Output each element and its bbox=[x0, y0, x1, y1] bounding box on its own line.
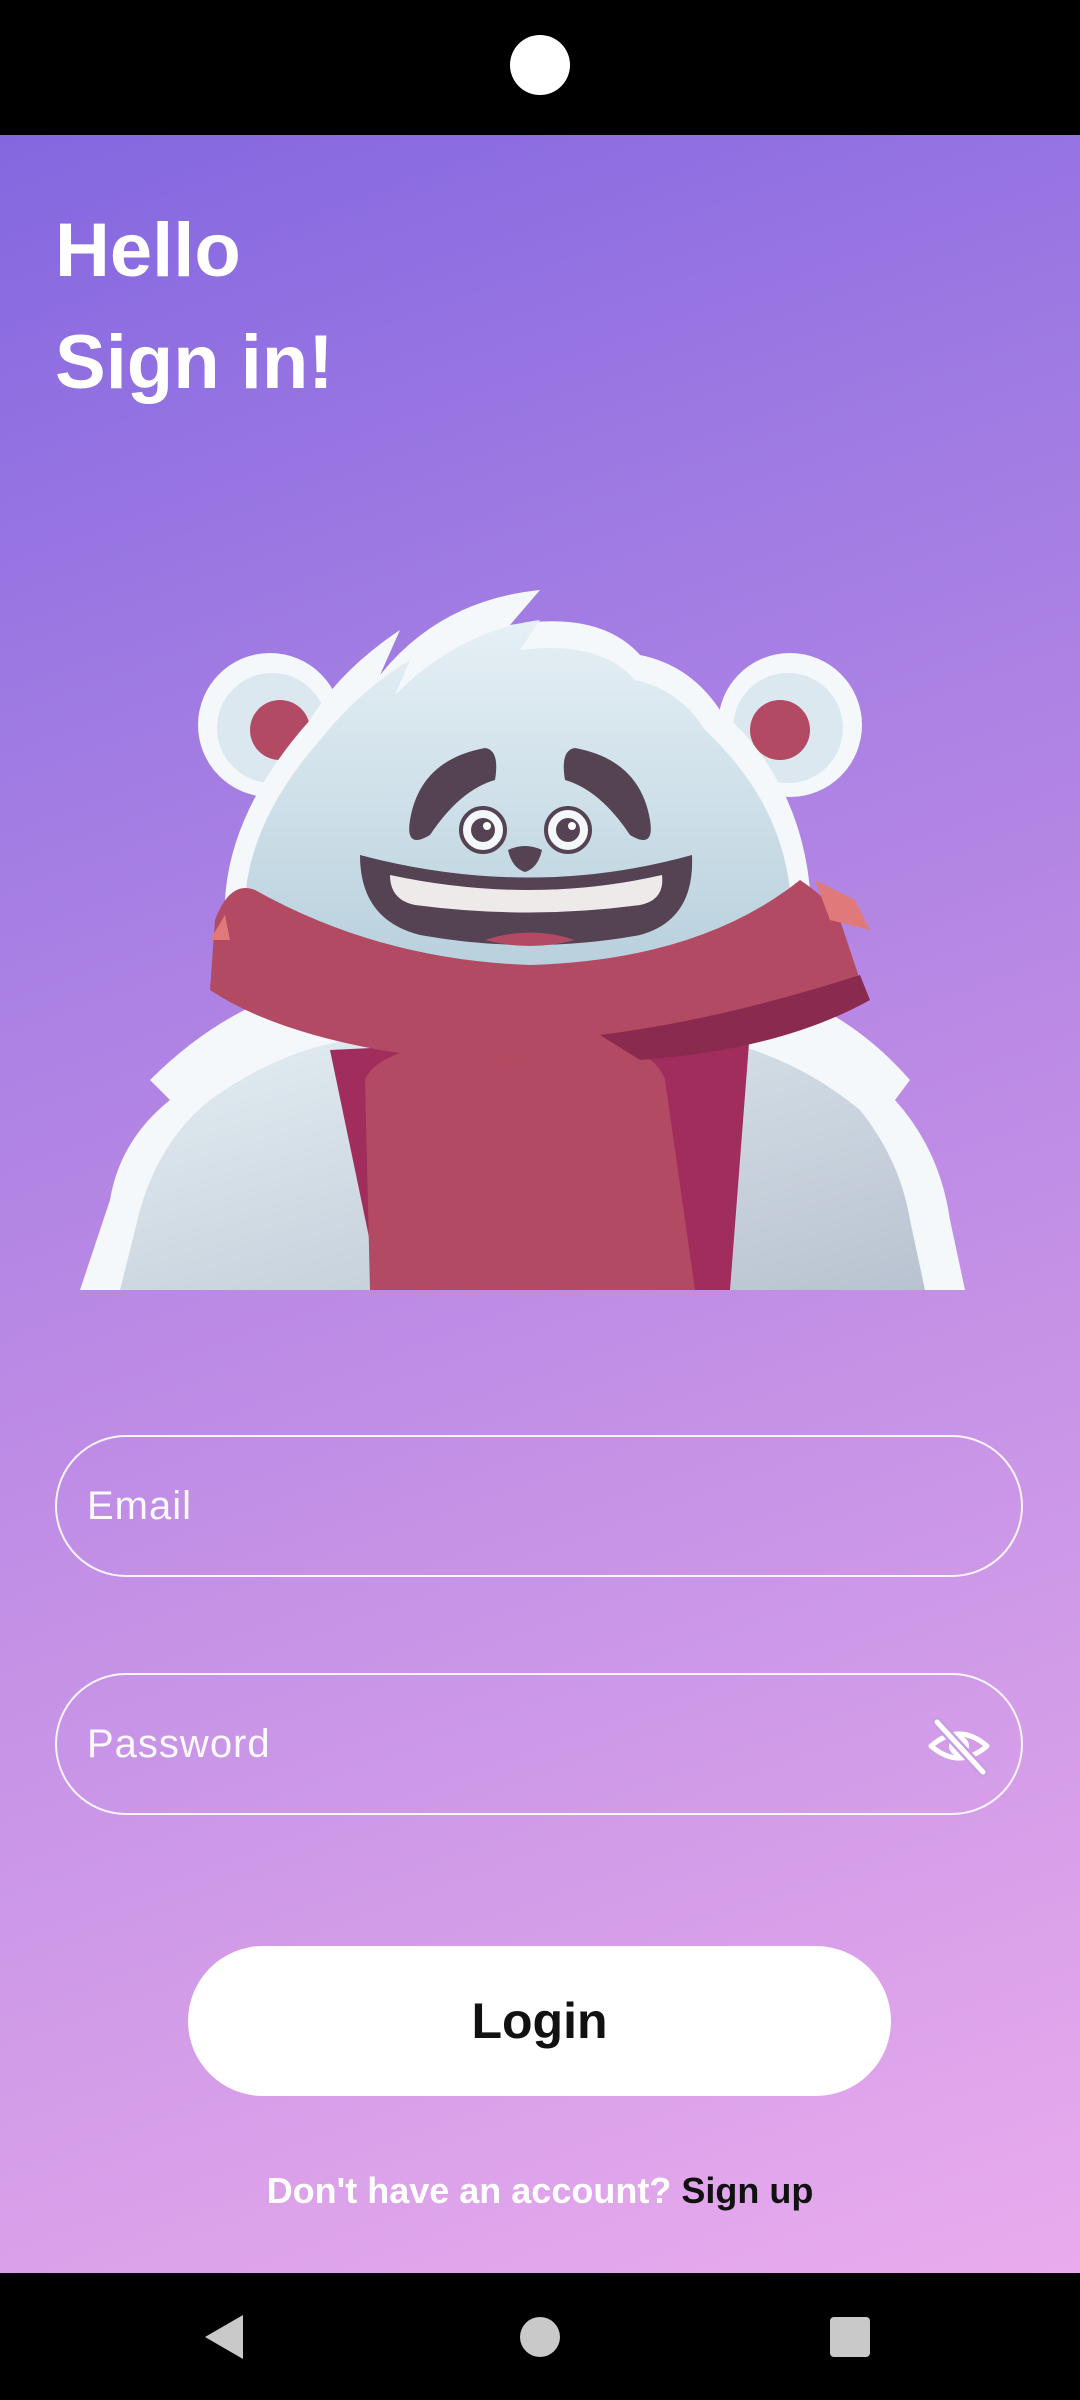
front-camera-cutout bbox=[510, 35, 570, 95]
status-bar bbox=[0, 0, 1080, 135]
password-field[interactable] bbox=[55, 1673, 1023, 1815]
email-field[interactable] bbox=[55, 1435, 1023, 1577]
signup-prompt: Don't have an account? Sign up bbox=[0, 2170, 1080, 2212]
back-triangle-icon[interactable] bbox=[205, 2315, 243, 2359]
sign-in-screen: Hello Sign in! Email Login Don't have an… bbox=[0, 135, 1080, 2273]
signup-prompt-text: Don't have an account? bbox=[266, 2170, 672, 2211]
greeting-title: Hello bbox=[55, 208, 241, 293]
signup-link[interactable]: Sign up bbox=[681, 2170, 813, 2211]
phone-frame: Hello Sign in! Email Login Don't have an… bbox=[0, 0, 1080, 2400]
home-circle-icon[interactable] bbox=[520, 2317, 560, 2357]
polar-bear-illustration bbox=[80, 580, 990, 1290]
password-input[interactable] bbox=[57, 1675, 1021, 1813]
system-navigation-bar bbox=[0, 2273, 1080, 2400]
email-input[interactable] bbox=[57, 1437, 1021, 1575]
sign-in-title: Sign in! bbox=[55, 320, 334, 405]
recents-square-icon[interactable] bbox=[830, 2317, 870, 2357]
eye-off-icon[interactable] bbox=[927, 1714, 991, 1778]
login-button[interactable]: Login bbox=[188, 1946, 891, 2096]
